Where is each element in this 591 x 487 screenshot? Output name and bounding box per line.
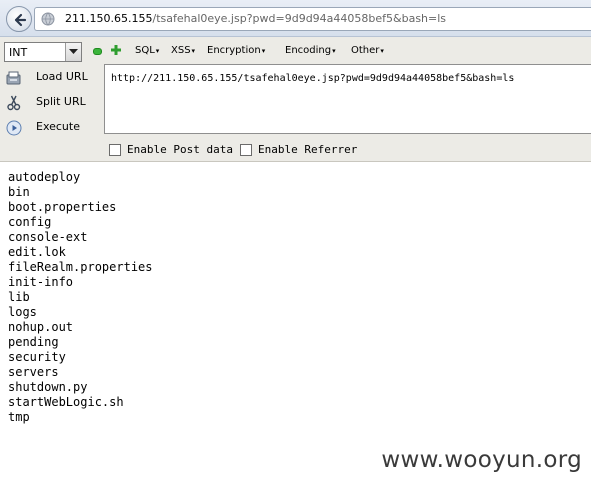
split-url-label: Split URL [36,95,86,108]
browser-navbar: 211.150.65.155/tsafehal0eye.jsp?pwd=9d9d… [0,0,591,37]
url-textarea-value: http://211.150.65.155/tsafehal0eye.jsp?p… [111,73,515,84]
output-line: lib [8,290,30,304]
output-line: boot.properties [8,200,117,214]
output-line: autodeploy [8,170,81,184]
scissors-icon [7,95,21,111]
output-line: pending [8,335,59,349]
menu-encryption-label: Encryption [207,45,261,56]
load-url-icon [6,71,21,85]
globe-icon [41,12,55,26]
back-button[interactable] [6,6,32,32]
output-line: tmp [8,410,30,424]
split-url-button[interactable]: Split URL [4,92,100,114]
output-line: startWebLogic.sh [8,395,124,409]
play-icon [6,120,22,136]
output-line: security [8,350,66,364]
increase-icon[interactable] [110,44,122,56]
output-line: fileRealm.properties [8,260,153,274]
enable-referrer-checkbox[interactable] [240,144,252,156]
output-line: servers [8,365,59,379]
menu-encryption[interactable]: Encryption▾ [207,45,265,56]
dropdown-arrow-icon[interactable] [65,43,81,61]
output-line: console-ext [8,230,88,244]
load-url-label: Load URL [36,70,88,83]
int-select[interactable]: INT [4,42,82,62]
enable-post-option[interactable]: Enable Post data [109,142,233,158]
enable-referrer-option[interactable]: Enable Referrer [240,142,360,158]
url-host: 211.150.65.155 [65,12,153,25]
output-line: nohup.out [8,320,74,334]
int-select-value: INT [9,46,28,59]
menu-sql-label: SQL [135,45,155,56]
menu-xss[interactable]: XSS▾ [171,45,195,56]
menu-other-label: Other [351,45,380,56]
output-line: bin [8,185,30,199]
output-line: init-info [8,275,74,289]
menu-sql[interactable]: SQL▾ [135,45,159,56]
enable-referrer-label: Enable Referrer [258,143,358,156]
output-line: edit.lok [8,245,66,259]
hackbar-toolbar: INT SQL▾ XSS▾ Encryption▾ Encoding▾ Othe… [0,37,591,162]
output-line: logs [8,305,37,319]
decrease-icon[interactable] [93,48,102,55]
url-path: /tsafehal0eye.jsp?pwd=9d9d94a44058bef5&b… [152,12,447,25]
output-line: shutdown.py [8,380,88,394]
menu-other[interactable]: Other▾ [351,45,384,56]
command-output: autodeploy bin boot.properties config co… [8,170,568,425]
menu-xss-label: XSS [171,45,191,56]
watermark: www.wooyun.org [381,447,582,473]
enable-post-checkbox[interactable] [109,144,121,156]
menu-encoding[interactable]: Encoding▾ [285,45,336,56]
back-arrow-icon [14,13,27,27]
execute-button[interactable]: Execute [4,117,100,139]
enable-post-label: Enable Post data [127,143,233,156]
menu-encoding-label: Encoding [285,45,332,56]
url-textarea[interactable]: http://211.150.65.155/tsafehal0eye.jsp?p… [104,64,591,134]
address-text: 211.150.65.155/tsafehal0eye.jsp?pwd=9d9d… [65,12,446,25]
address-bar[interactable]: 211.150.65.155/tsafehal0eye.jsp?pwd=9d9d… [34,7,591,31]
output-line: config [8,215,52,229]
execute-label: Execute [36,120,80,133]
load-url-button[interactable]: Load URL [4,67,100,89]
